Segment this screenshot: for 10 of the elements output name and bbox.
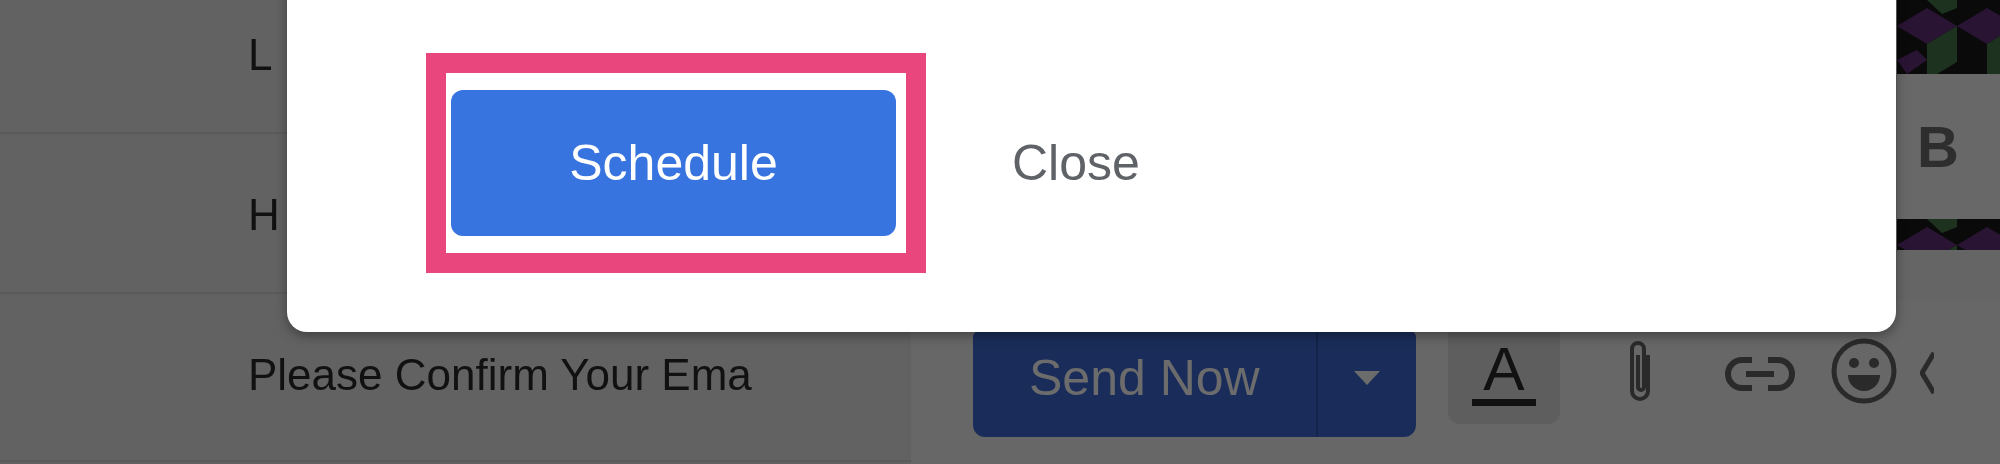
caret-icon xyxy=(1354,371,1380,385)
email-subject: H xyxy=(248,190,280,239)
color-bar-icon xyxy=(1472,399,1536,406)
email-subject: Please Confirm Your Ema xyxy=(248,350,752,399)
text-color-button[interactable]: A xyxy=(1448,331,1560,424)
link-icon[interactable] xyxy=(1724,356,1796,392)
schedule-button[interactable]: Schedule xyxy=(451,90,896,236)
email-subject: L xyxy=(248,30,273,79)
close-button[interactable]: Close xyxy=(1012,125,1140,201)
emoji-icon[interactable] xyxy=(1830,337,1898,405)
